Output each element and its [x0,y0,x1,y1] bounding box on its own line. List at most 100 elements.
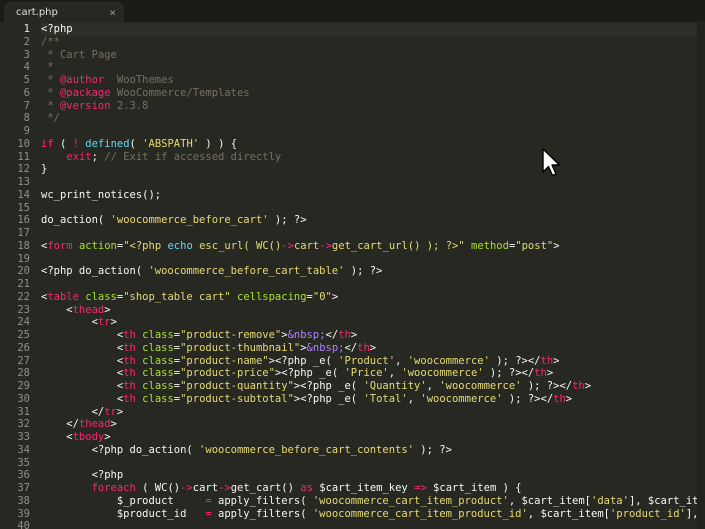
code-line[interactable]: <th class="product-thumbnail">&nbsp;</th… [41,342,705,355]
code-line[interactable]: <thead> [41,304,705,317]
code-token: @author [59,74,105,86]
code-token: > [369,341,377,354]
code-line[interactable]: </tr> [41,406,705,419]
code-token: ); ?></ [483,367,535,380]
code-token: exit [66,150,92,163]
code-line[interactable] [41,457,705,470]
line-number: 17 [17,227,30,239]
code-token: get_cart() [230,482,301,494]
code-line[interactable]: * @author WooThemes [41,74,705,87]
line-number: 4 [23,61,30,74]
code-line[interactable]: <?php [41,469,705,482]
code-line[interactable]: * [41,61,705,74]
code-line[interactable]: <tr> [41,316,705,329]
code-token: </ [41,418,79,431]
code-token: apply_filters( [211,507,313,520]
code-line[interactable]: <th class="product-price"><?php _e( 'Pri… [41,367,705,380]
code-token: => [414,482,427,494]
code-token: th [338,329,351,341]
code-token: cellspacing [237,290,307,303]
code-token: 'woocommerce_cart_item_product' [312,494,509,507]
code-line[interactable]: <?php do_action( 'woocommerce_before_car… [41,265,705,278]
code-line[interactable]: <tbody> [41,431,705,444]
code-line[interactable]: * @package WooCommerce/Templates [41,87,705,100]
code-token: ); ?></ [489,354,541,367]
code-token: defined [85,137,130,150]
line-number: 2 [23,35,30,48]
line-number: 11 [17,150,30,163]
code-line[interactable]: <form action="<?php echo esc_url( WC()->… [41,240,705,253]
code-token: -> [218,482,231,494]
code-line[interactable] [41,253,705,266]
line-number: 39 [17,507,30,520]
code-token: class [142,367,174,380]
code-token: $cart_item_key [312,482,415,494]
code-line[interactable]: exit; // Exit if accessed directly [41,151,705,164]
code-line[interactable]: /** [41,36,705,49]
code-token: -> [180,482,193,494]
code-token: <?php [41,469,124,482]
code-token: WC() [256,239,282,252]
code-line[interactable]: */ [41,112,705,125]
code-line[interactable]: <th class="product-remove">&nbsp;</th> [41,329,705,342]
code-token: $_product [41,494,206,507]
code-token: 'product_id' [609,507,686,520]
code-area[interactable]: <?php/** * Cart Page * * @author WooThem… [41,23,705,529]
code-token: tbody [72,431,105,443]
code-line[interactable] [41,227,705,240]
code-line[interactable] [41,176,705,189]
close-icon[interactable]: × [109,6,116,19]
scrollbar[interactable] [697,23,705,529]
code-line[interactable]: <th class="product-subtotal"><?php _e( '… [41,393,705,406]
line-number: 9 [23,125,30,137]
code-token: $product_id [41,507,206,520]
code-line[interactable]: $_product = apply_filters( 'woocommerce_… [41,495,705,508]
line-number: 22 [17,290,30,303]
code-token: ( [129,137,143,150]
code-line[interactable]: <th class="product-name"><?php _e( 'Prod… [41,355,705,368]
line-number: 29 [17,380,30,392]
code-line[interactable]: <th class="product-quantity"><?php _e( '… [41,380,705,393]
code-line[interactable]: } [41,163,705,176]
code-line[interactable]: <?php do_action( 'woocommerce_before_car… [41,444,705,457]
code-token: -> [319,239,332,252]
code-editor[interactable]: 1 2 3 4 5 6 7 8 9 10 11 12 13 14 15 16 17 18 19 20 21 22 23 24 2… [0,23,705,529]
code-line[interactable]: </thead> [41,418,705,431]
code-token: 'woocommerce_before_cart_table' [148,265,345,278]
line-number: 20 [17,265,30,278]
line-number: 24 [17,316,30,329]
line-number: 32 [17,418,30,431]
code-line[interactable]: * @version 2.3.8 [41,100,705,113]
code-line[interactable] [41,202,705,215]
code-token: 'Price' [344,367,389,380]
code-line[interactable] [41,125,705,138]
code-token: ); ?></ [521,380,573,392]
code-line[interactable]: * Cart Page [41,49,705,62]
tab-cart-php[interactable]: cart.php × [4,2,124,22]
code-line[interactable]: if ( ! defined( 'ABSPATH' ) ) { [41,138,705,151]
code-token: < [41,329,124,341]
code-token: "product-price" [180,367,275,380]
code-line[interactable]: <table class="shop_table cart" cellspaci… [41,291,705,304]
code-token: method [471,239,509,252]
code-line[interactable]: foreach ( WC()->cart->get_cart() as $car… [41,482,705,495]
code-line[interactable]: $product_id = apply_filters( 'woocommerc… [41,508,705,521]
code-token: </ [325,329,339,341]
code-line[interactable]: do_action( 'woocommerce_before_cart' ); … [41,214,705,227]
line-number: 10 [17,137,30,150]
code-token: th [572,380,585,392]
code-token: if [41,137,54,150]
code-line[interactable]: <?php [41,23,705,36]
code-token: ><?php _e( [268,354,339,367]
code-token: thead [72,303,105,316]
code-token: * [41,61,54,74]
code-line[interactable] [41,520,705,529]
code-line[interactable] [41,278,705,291]
code-token: < [41,431,73,443]
code-line[interactable]: wc_print_notices(); [41,189,705,202]
line-number: 6 [23,86,30,99]
code-token: ><?php _e( [293,380,364,392]
code-token: } [41,163,48,176]
code-token: > [104,303,111,316]
